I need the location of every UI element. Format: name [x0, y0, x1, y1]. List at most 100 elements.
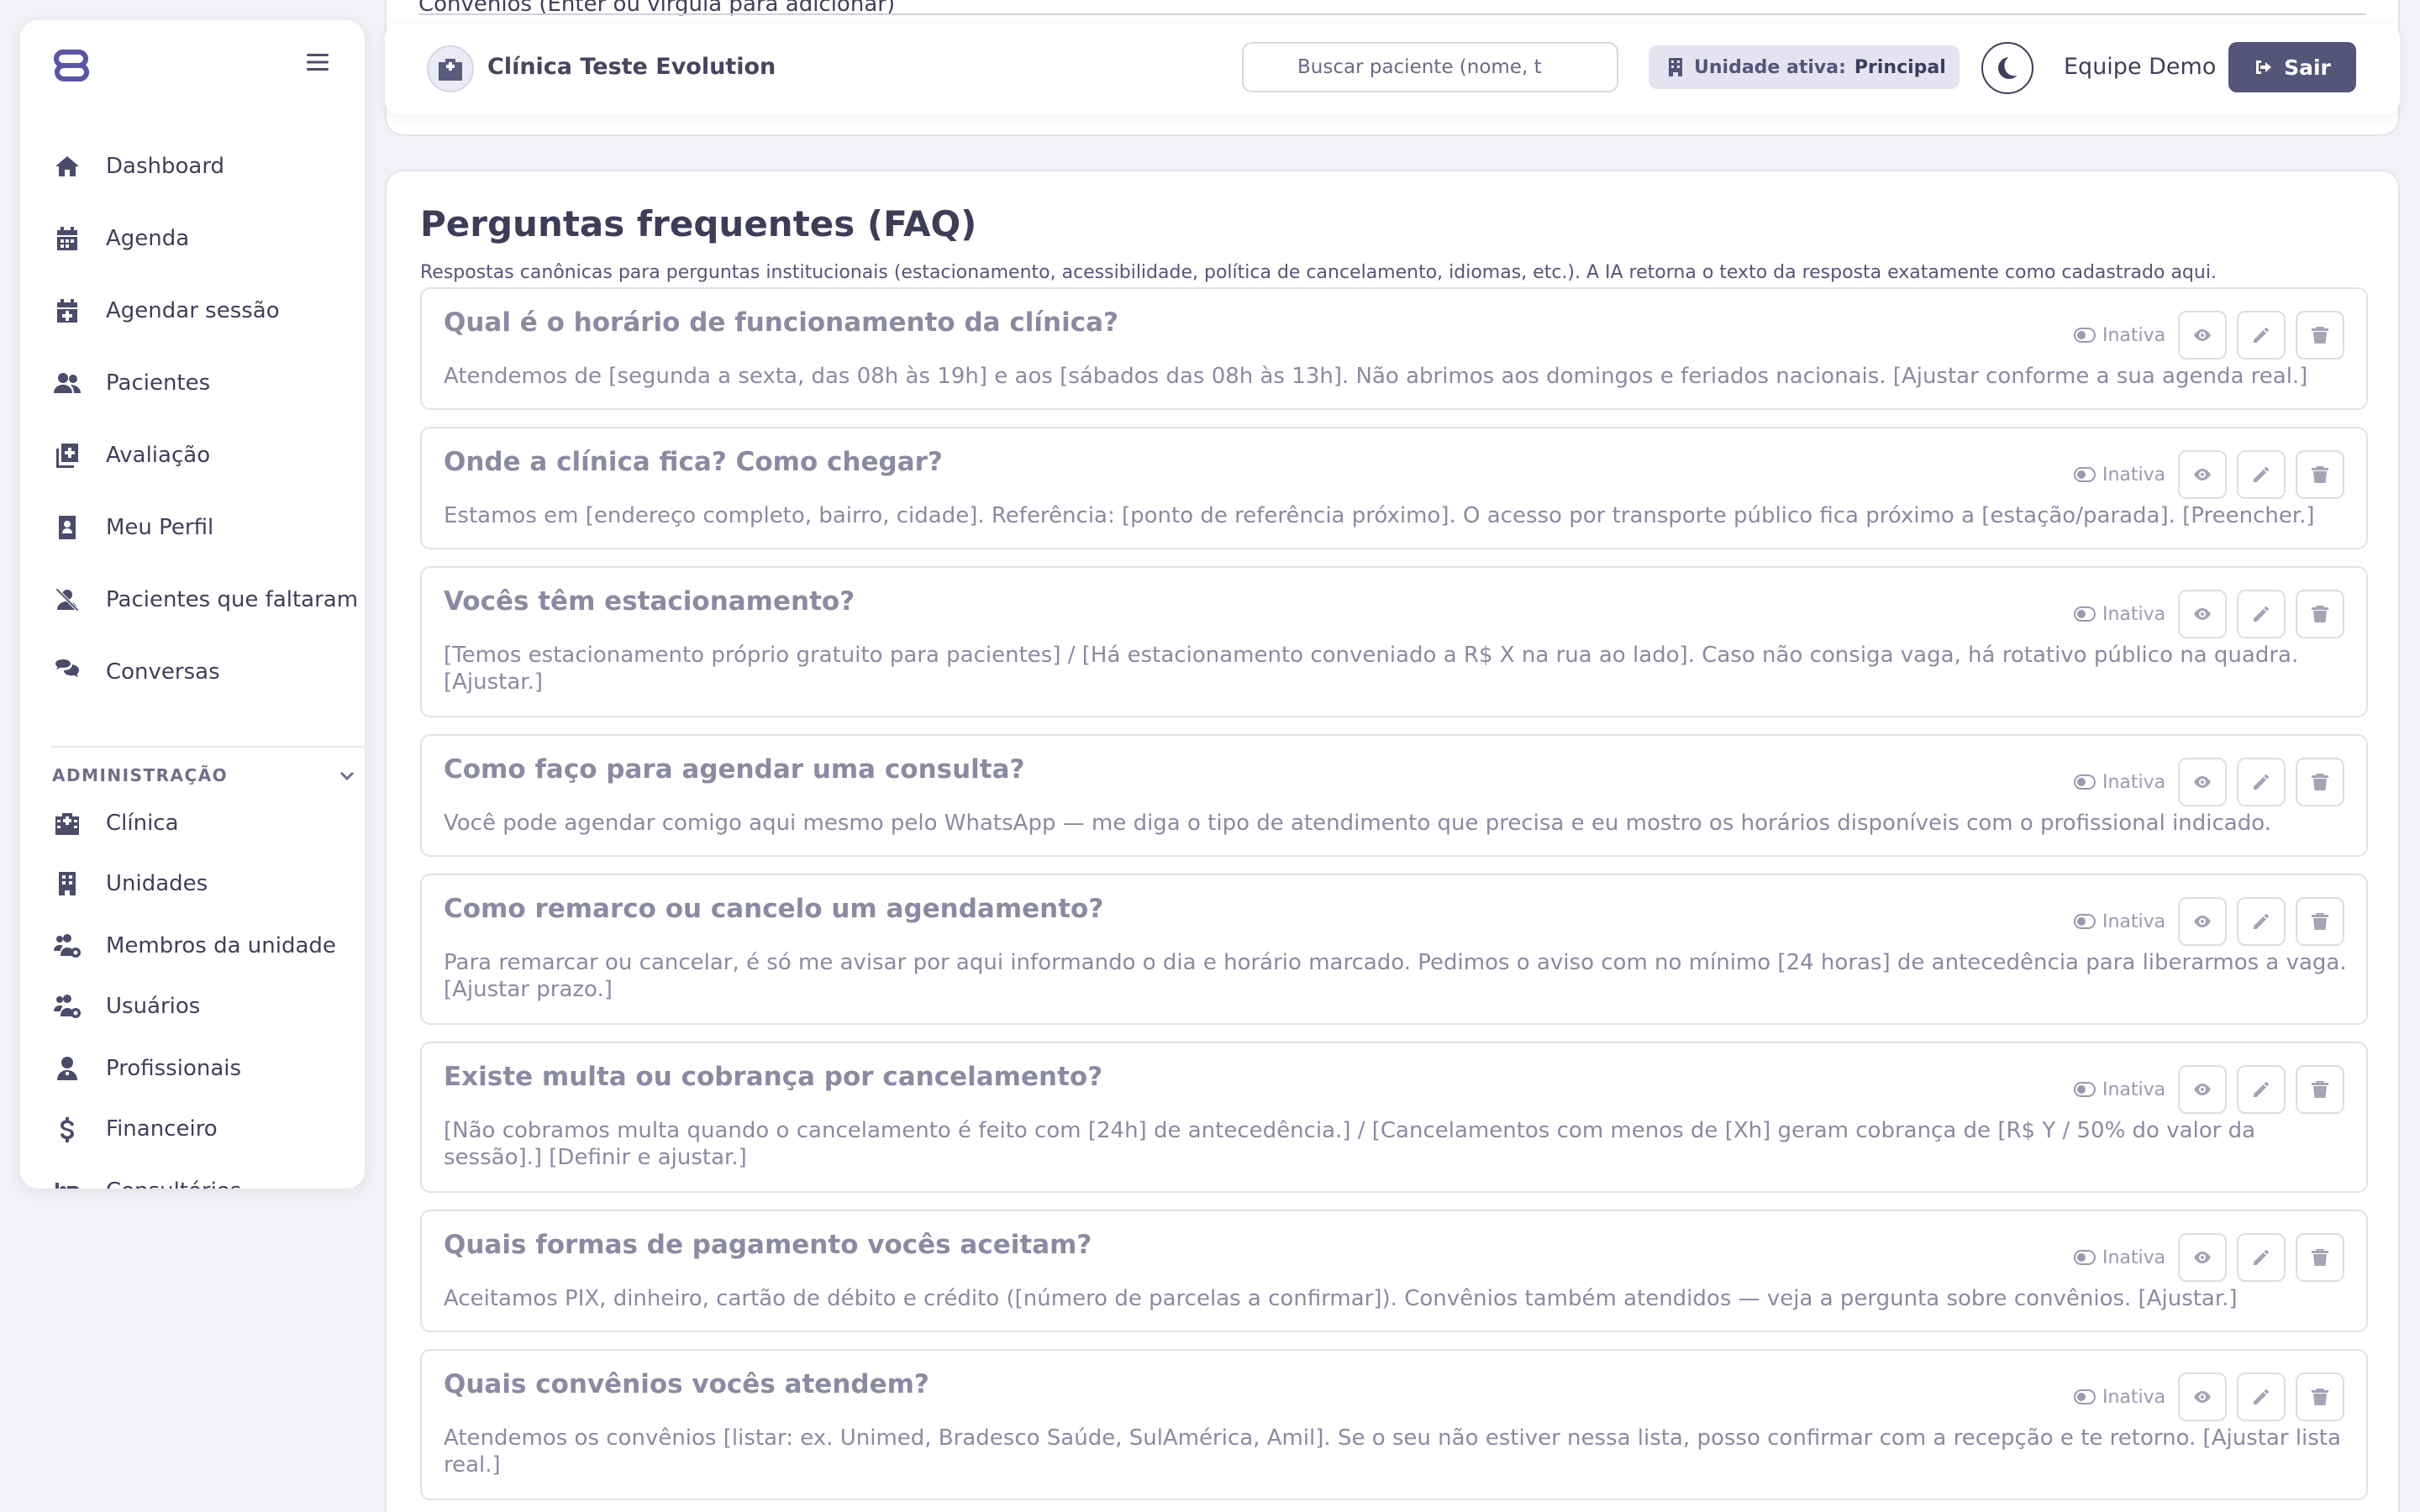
- edit-button[interactable]: [2237, 590, 2286, 638]
- faq-status: Inativa: [2074, 1384, 2165, 1410]
- sidebar-item-usuarios[interactable]: Usuários: [50, 983, 365, 1030]
- delete-button[interactable]: [2296, 897, 2344, 946]
- app-logo[interactable]: [50, 44, 92, 86]
- eye-icon: [2194, 1252, 2211, 1263]
- toggle-off-icon: [2074, 1389, 2096, 1404]
- pencil-icon: [2254, 467, 2269, 482]
- faq-answer: Você pode agendar comigo aqui mesmo pelo…: [444, 811, 2271, 836]
- view-button[interactable]: [2178, 758, 2227, 806]
- delete-button[interactable]: [2296, 1065, 2344, 1114]
- theme-toggle-button[interactable]: [1981, 42, 2033, 94]
- sidebar-item-label: Consultórios: [106, 1179, 241, 1189]
- toggle-off-icon: [2074, 774, 2096, 790]
- faq-question: Como remarco ou cancelo um agendamento?: [444, 894, 1104, 924]
- edit-button[interactable]: [2237, 758, 2286, 806]
- faq-description: Respostas canônicas para perguntas insti…: [420, 262, 2217, 283]
- sidebar: Dashboard Agenda Agendar sessão Paciente…: [20, 20, 365, 1189]
- edit-button[interactable]: [2237, 1065, 2286, 1114]
- sidebar-item-agenda[interactable]: Agenda: [50, 215, 365, 262]
- faq-item: Como remarco ou cancelo um agendamento? …: [420, 874, 2368, 1025]
- view-button[interactable]: [2178, 1065, 2227, 1114]
- home-icon: [50, 150, 84, 183]
- delete-button[interactable]: [2296, 450, 2344, 499]
- sidebar-item-avaliacao[interactable]: Avaliação: [50, 432, 365, 479]
- faq-answer: [Temos estacionamento próprio gratuito p…: [444, 643, 2299, 695]
- sidebar-item-pacientes-que-faltaram[interactable]: Pacientes que faltaram: [50, 576, 365, 623]
- delete-button[interactable]: [2296, 758, 2344, 806]
- clipboard-plus-icon: [50, 438, 84, 472]
- sidebar-item-conversas[interactable]: Conversas: [50, 648, 365, 696]
- trash-icon: [2312, 913, 2328, 930]
- view-button[interactable]: [2178, 1373, 2227, 1421]
- pencil-icon: [2254, 1250, 2269, 1265]
- trash-icon: [2312, 774, 2328, 790]
- sidebar-item-agendar-sessao[interactable]: Agendar sessão: [50, 287, 365, 334]
- building-icon: [1669, 58, 1682, 76]
- faq-status: Inativa: [2074, 323, 2165, 348]
- sidebar-divider: [50, 746, 365, 748]
- sidebar-item-label: Membros da unidade: [106, 933, 336, 958]
- faq-answer: Para remarcar ou cancelar, é só me avisa…: [444, 950, 2347, 1002]
- view-button[interactable]: [2178, 450, 2227, 499]
- edit-button[interactable]: [2237, 311, 2286, 360]
- logout-button[interactable]: Sair: [2228, 42, 2356, 92]
- faq-question: Vocês têm estacionamento?: [444, 586, 855, 617]
- sidebar-item-membros-da-unidade[interactable]: Membros da unidade: [50, 922, 365, 969]
- users-icon: [50, 366, 84, 400]
- view-button[interactable]: [2178, 590, 2227, 638]
- logout-label: Sair: [2284, 55, 2331, 80]
- faq-status-label: Inativa: [2102, 911, 2166, 932]
- sidebar-item-dashboard[interactable]: Dashboard: [50, 143, 365, 190]
- building-icon: [50, 867, 84, 900]
- eye-icon: [2194, 469, 2211, 480]
- edit-button[interactable]: [2237, 1233, 2286, 1282]
- delete-button[interactable]: [2296, 1233, 2344, 1282]
- admin-section-toggle[interactable]: ADMINISTRAÇÃO: [52, 763, 356, 788]
- convenios-input-underline[interactable]: [418, 13, 2366, 15]
- pencil-icon: [2254, 774, 2269, 790]
- sidebar-item-clinica[interactable]: Clínica: [50, 800, 365, 847]
- eye-icon: [2194, 916, 2211, 927]
- faq-question: Como faço para agendar uma consulta?: [444, 754, 1025, 785]
- faq-question: Qual é o horário de funcionamento da clí…: [444, 307, 1118, 338]
- sidebar-item-consultorios[interactable]: Consultórios: [50, 1168, 365, 1189]
- edit-button[interactable]: [2237, 897, 2286, 946]
- clinic-avatar[interactable]: [427, 45, 474, 92]
- user-slash-icon: [50, 583, 84, 617]
- sidebar-item-meu-perfil[interactable]: Meu Perfil: [50, 504, 365, 551]
- faq-answer: Aceitamos PIX, dinheiro, cartão de débit…: [444, 1286, 2238, 1311]
- sidebar-item-profissionais[interactable]: Profissionais: [50, 1045, 365, 1092]
- view-button[interactable]: [2178, 897, 2227, 946]
- faq-answer: [Não cobramos multa quando o cancelament…: [444, 1118, 2256, 1170]
- sidebar-item-label: Avaliação: [106, 443, 211, 468]
- delete-button[interactable]: [2296, 590, 2344, 638]
- top-header: Clínica Teste Evolution Unidade ativa: P…: [385, 24, 2400, 114]
- delete-button[interactable]: [2296, 311, 2344, 360]
- sidebar-item-unidades[interactable]: Unidades: [50, 860, 365, 907]
- delete-button[interactable]: [2296, 1373, 2344, 1421]
- edit-button[interactable]: [2237, 1373, 2286, 1421]
- view-button[interactable]: [2178, 311, 2227, 360]
- toggle-off-icon: [2074, 914, 2096, 929]
- faq-status-label: Inativa: [2102, 603, 2166, 625]
- faq-status-label: Inativa: [2102, 464, 2166, 486]
- comments-icon: [50, 655, 84, 689]
- faq-answer: Atendemos os convênios [listar: ex. Unim…: [444, 1425, 2341, 1478]
- faq-status: Inativa: [2074, 1245, 2165, 1270]
- dollar-icon: [50, 1112, 84, 1146]
- sidebar-item-pacientes[interactable]: Pacientes: [50, 360, 365, 407]
- eye-icon: [2194, 329, 2211, 341]
- patient-search-input[interactable]: [1242, 42, 1618, 92]
- sidebar-item-label: Meu Perfil: [106, 515, 214, 540]
- sidebar-header: [20, 20, 365, 108]
- hospital-icon: [50, 806, 84, 840]
- trash-icon: [2312, 1249, 2328, 1266]
- active-unit-label: Unidade ativa:: [1694, 56, 1846, 78]
- sidebar-item-financeiro[interactable]: Financeiro: [50, 1105, 365, 1152]
- faq-item: Existe multa ou cobrança por cancelament…: [420, 1042, 2368, 1193]
- edit-button[interactable]: [2237, 450, 2286, 499]
- view-button[interactable]: [2178, 1233, 2227, 1282]
- active-unit-badge[interactable]: Unidade ativa: Principal: [1649, 45, 1960, 89]
- sidebar-item-label: Dashboard: [106, 154, 225, 179]
- hamburger-icon[interactable]: [296, 40, 339, 84]
